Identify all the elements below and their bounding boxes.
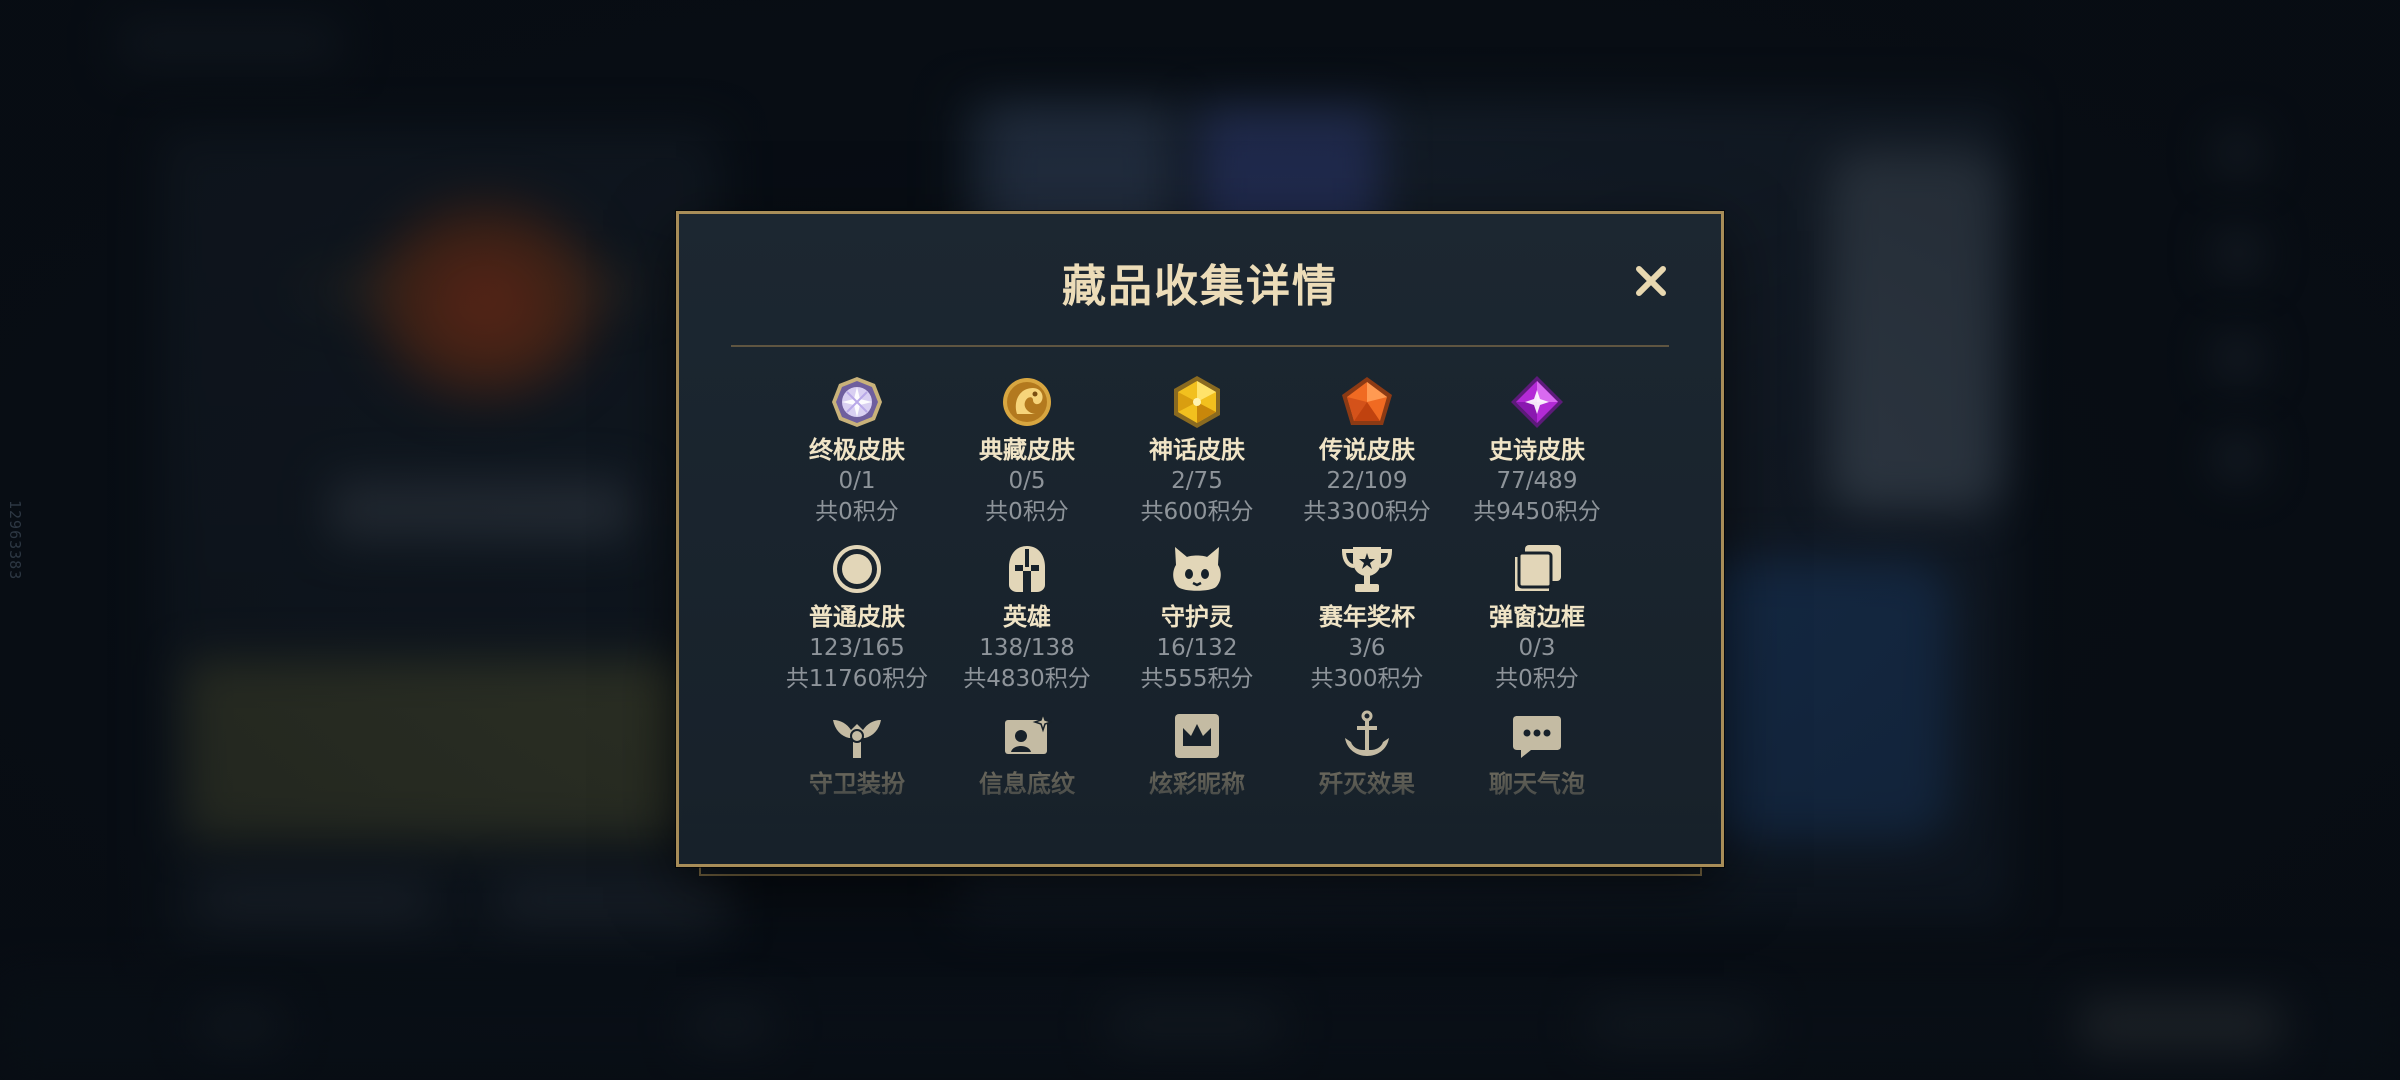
collection-item-guardian[interactable]: 守护灵 16/132 共555积分 (1112, 541, 1282, 708)
item-name: 史诗皮肤 (1489, 436, 1585, 464)
collection-item-standard-skin[interactable]: 普通皮肤 123/165 共11760积分 (772, 541, 942, 708)
item-points: 共0积分 (985, 499, 1069, 525)
collection-item-nickname[interactable]: 炫彩昵称 (1112, 708, 1282, 875)
legendary-skin-icon (1339, 374, 1395, 430)
item-name: 守卫装扮 (809, 770, 905, 798)
item-name: 赛年奖杯 (1319, 603, 1415, 631)
info-card-icon (999, 708, 1055, 764)
collection-item-prestige-skin[interactable]: 典藏皮肤 0/5 共0积分 (942, 374, 1112, 541)
item-count: 22/109 (1326, 468, 1408, 494)
nickname-crown-icon (1169, 708, 1225, 764)
item-name: 英雄 (1003, 603, 1051, 631)
item-points: 共300积分 (1310, 666, 1424, 692)
mythic-skin-icon (1169, 374, 1225, 430)
collection-item-legendary-skin[interactable]: 传说皮肤 22/109 共3300积分 (1282, 374, 1452, 541)
item-points: 共4830积分 (963, 666, 1091, 692)
item-name: 终极皮肤 (809, 436, 905, 464)
item-name: 神话皮肤 (1149, 436, 1245, 464)
close-button[interactable] (1629, 259, 1673, 303)
chat-bubble-icon (1509, 708, 1565, 764)
item-points: 共9450积分 (1473, 499, 1601, 525)
item-name: 典藏皮肤 (979, 436, 1075, 464)
item-name: 守护灵 (1161, 603, 1233, 631)
item-name: 炫彩昵称 (1149, 770, 1245, 798)
item-count: 2/75 (1171, 468, 1223, 494)
popup-frame-icon (1509, 541, 1565, 597)
collection-item-info-card[interactable]: 信息底纹 (942, 708, 1112, 875)
collection-grid: 终极皮肤 0/1 共0积分 典藏皮肤 0/5 共0积分 神话皮肤 2/75 共6… (772, 374, 1622, 875)
item-count: 0/5 (1008, 468, 1046, 494)
item-count: 16/132 (1156, 635, 1238, 661)
collection-item-anchor-effect[interactable]: 歼灭效果 (1282, 708, 1452, 875)
close-icon (1636, 266, 1666, 296)
epic-skin-icon (1509, 374, 1565, 430)
collection-item-popup-frame[interactable]: 弹窗边框 0/3 共0积分 (1452, 541, 1622, 708)
item-points: 共555积分 (1140, 666, 1254, 692)
item-name: 弹窗边框 (1489, 603, 1585, 631)
ward-skin-icon (829, 708, 885, 764)
guardian-spirit-icon (1169, 541, 1225, 597)
item-count: 3/6 (1348, 635, 1386, 661)
collection-item-ultimate-skin[interactable]: 终极皮肤 0/1 共0积分 (772, 374, 942, 541)
collection-item-ward-skin[interactable]: 守卫装扮 (772, 708, 942, 875)
item-points: 共11760积分 (785, 666, 929, 692)
item-name: 聊天气泡 (1489, 770, 1585, 798)
item-points: 共3300积分 (1303, 499, 1431, 525)
item-name: 传说皮肤 (1319, 436, 1415, 464)
item-count: 0/3 (1518, 635, 1556, 661)
collection-item-mythic-skin[interactable]: 神话皮肤 2/75 共600积分 (1112, 374, 1282, 541)
item-points: 共0积分 (1495, 666, 1579, 692)
collection-details-modal: 藏品收集详情 终极皮肤 0/1 共0积分 典藏皮肤 0/5 共0积分 神话皮肤 … (676, 211, 1724, 867)
item-count: 138/138 (979, 635, 1075, 661)
modal-title: 藏品收集详情 (1062, 261, 1338, 312)
title-divider (731, 345, 1669, 347)
collection-item-trophy[interactable]: 赛年奖杯 3/6 共300积分 (1282, 541, 1452, 708)
trophy-icon (1339, 541, 1395, 597)
anchor-effect-icon (1339, 708, 1395, 764)
item-count: 0/1 (838, 468, 876, 494)
item-count: 77/489 (1496, 468, 1578, 494)
item-points: 共600积分 (1140, 499, 1254, 525)
item-name: 普通皮肤 (809, 603, 905, 631)
item-count: 123/165 (809, 635, 905, 661)
collection-item-epic-skin[interactable]: 史诗皮肤 77/489 共9450积分 (1452, 374, 1622, 541)
ultimate-skin-icon (829, 374, 885, 430)
collection-item-chat-bubble[interactable]: 聊天气泡 (1452, 708, 1622, 875)
item-name: 信息底纹 (979, 770, 1075, 798)
collection-item-champion[interactable]: 英雄 138/138 共4830积分 (942, 541, 1112, 708)
champion-helmet-icon (999, 541, 1055, 597)
side-id-text: 12963383 (6, 500, 24, 581)
item-points: 共0积分 (815, 499, 899, 525)
prestige-skin-icon (999, 374, 1055, 430)
standard-skin-icon (829, 541, 885, 597)
item-name: 歼灭效果 (1319, 770, 1415, 798)
